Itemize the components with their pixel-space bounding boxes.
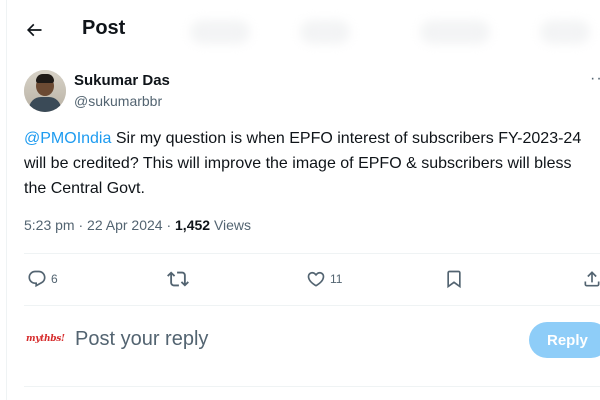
divider — [24, 305, 600, 306]
post-date[interactable]: 22 Apr 2024 — [87, 217, 163, 233]
reply-button[interactable]: 6 — [27, 262, 58, 296]
blurred-header-region — [540, 20, 590, 44]
top-bar: Post — [0, 0, 600, 60]
share-button[interactable] — [582, 262, 600, 296]
page-title: Post — [82, 17, 126, 39]
post-meta: 5:23 pm · 22 Apr 2024 · 1,452 Views — [24, 217, 251, 233]
post-time[interactable]: 5:23 pm — [24, 217, 75, 233]
post-author-row: Sukumar Das @sukumarbbr ··· — [24, 70, 600, 116]
reply-count: 6 — [51, 272, 58, 286]
reply-submit-button[interactable]: Reply — [529, 322, 600, 358]
mention-link[interactable]: @PMOIndia — [24, 130, 111, 147]
author-handle[interactable]: @sukumarbbr — [74, 93, 162, 109]
back-arrow-icon — [26, 23, 42, 37]
more-options-button[interactable]: ··· — [590, 70, 600, 88]
share-icon — [584, 271, 600, 287]
views-label: Views — [210, 217, 252, 233]
author-display-name[interactable]: Sukumar Das — [74, 72, 170, 89]
like-icon — [307, 271, 325, 287]
like-button[interactable]: 11 — [306, 262, 342, 296]
blurred-header-region — [420, 20, 490, 44]
bookmark-button[interactable] — [444, 262, 464, 296]
user-avatar-logo: mythbs! — [26, 334, 65, 344]
reply-input[interactable] — [75, 328, 495, 351]
divider — [24, 386, 600, 387]
post-actions-bar: 6 11 — [0, 262, 600, 296]
like-count: 11 — [330, 272, 343, 286]
back-button[interactable] — [20, 16, 48, 44]
bookmark-icon — [447, 270, 461, 289]
retweet-icon — [167, 271, 189, 287]
blurred-header-region — [300, 20, 350, 44]
meta-separator: · — [162, 217, 176, 233]
reply-icon — [28, 270, 46, 288]
reply-composer: mythbs! Reply — [0, 314, 600, 368]
post-text: @PMOIndia Sir my question is when EPFO i… — [24, 126, 594, 201]
views-count: 1,452 — [175, 217, 211, 233]
blurred-header-region — [190, 20, 250, 44]
repost-button[interactable] — [167, 262, 189, 296]
meta-separator: · — [74, 217, 88, 233]
divider — [24, 253, 600, 254]
avatar[interactable] — [24, 70, 66, 112]
